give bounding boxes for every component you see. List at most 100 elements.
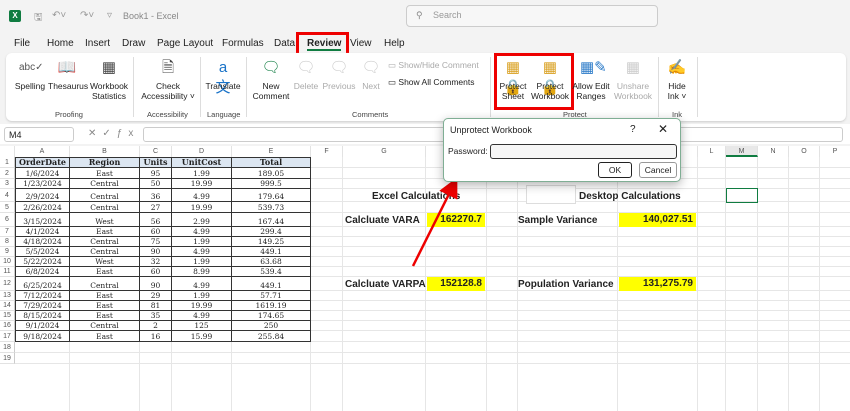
table-cell[interactable]: 8.99: [172, 267, 232, 277]
table-cell[interactable]: 149.25: [232, 237, 311, 247]
table-cell[interactable]: 299.4: [232, 227, 311, 237]
row-header[interactable]: 14: [0, 301, 15, 311]
table-cell[interactable]: 3/15/2024: [15, 213, 70, 227]
table-cell[interactable]: 4.99: [172, 189, 232, 202]
table-cell[interactable]: 2/9/2024: [15, 189, 70, 202]
table-cell[interactable]: Central: [70, 247, 140, 257]
table-cell[interactable]: 449.1: [232, 277, 311, 291]
row-header[interactable]: 1: [0, 157, 15, 168]
vara-value[interactable]: 162270.7: [427, 213, 485, 227]
table-cell[interactable]: 7/29/2024: [15, 301, 70, 311]
row-header[interactable]: 18: [0, 342, 15, 353]
table-cell[interactable]: 179.64: [232, 189, 311, 202]
column-header[interactable]: G: [343, 146, 426, 157]
table-cell[interactable]: Central: [70, 321, 140, 331]
table-cell[interactable]: 6/25/2024: [15, 277, 70, 291]
column-header[interactable]: L: [698, 146, 726, 157]
tab-view[interactable]: View: [350, 38, 372, 49]
table-cell[interactable]: 15.99: [172, 331, 232, 342]
table-cell[interactable]: 5/5/2024: [15, 247, 70, 257]
varpa-value[interactable]: 152128.8: [427, 277, 485, 291]
next-comment-button[interactable]: 🗨 Next: [358, 58, 384, 91]
row-header[interactable]: 11: [0, 267, 15, 277]
table-cell[interactable]: East: [70, 311, 140, 321]
table-cell[interactable]: 32: [140, 257, 172, 267]
table-cell[interactable]: 9/1/2024: [15, 321, 70, 331]
column-header[interactable]: N: [758, 146, 789, 157]
table-cell[interactable]: 2/26/2024: [15, 202, 70, 213]
password-input[interactable]: [490, 144, 677, 159]
row-header[interactable]: 16: [0, 321, 15, 331]
table-cell[interactable]: 6/8/2024: [15, 267, 70, 277]
table-cell[interactable]: 4/18/2024: [15, 237, 70, 247]
table-cell[interactable]: 4/1/2024: [15, 227, 70, 237]
row-header[interactable]: 4: [0, 189, 15, 202]
row-header[interactable]: 17: [0, 331, 15, 342]
unshare-workbook-button[interactable]: ▦ Unshare Workbook: [612, 58, 654, 101]
table-cell[interactable]: Central: [70, 202, 140, 213]
table-cell[interactable]: 4.99: [172, 247, 232, 257]
table-cell[interactable]: 999.5: [232, 179, 311, 189]
tab-help[interactable]: Help: [384, 38, 405, 49]
table-cell[interactable]: 539.4: [232, 267, 311, 277]
select-all-corner[interactable]: [0, 146, 15, 157]
row-header[interactable]: 15: [0, 311, 15, 321]
table-cell[interactable]: 90: [140, 277, 172, 291]
table-cell[interactable]: 60: [140, 227, 172, 237]
column-header[interactable]: E: [232, 146, 311, 157]
save-icon[interactable]: 🖫: [34, 10, 43, 27]
table-cell[interactable]: 75: [140, 237, 172, 247]
table-cell[interactable]: 36: [140, 189, 172, 202]
table-cell[interactable]: Central: [70, 237, 140, 247]
table-cell[interactable]: 81: [140, 301, 172, 311]
row-header[interactable]: 9: [0, 247, 15, 257]
table-cell[interactable]: 29: [140, 291, 172, 301]
table-cell[interactable]: 56: [140, 213, 172, 227]
tab-home[interactable]: Home: [47, 38, 74, 49]
table-cell[interactable]: 27: [140, 202, 172, 213]
row-header[interactable]: 13: [0, 291, 15, 301]
column-header[interactable]: B: [70, 146, 140, 157]
table-cell[interactable]: 19.99: [172, 202, 232, 213]
column-header[interactable]: D: [172, 146, 232, 157]
table-cell[interactable]: 35: [140, 311, 172, 321]
table-cell[interactable]: 63.68: [232, 257, 311, 267]
table-cell[interactable]: 125: [172, 321, 232, 331]
previous-comment-button[interactable]: 🗨 Previous: [322, 58, 356, 91]
table-cell[interactable]: 19.99: [172, 179, 232, 189]
table-cell[interactable]: 1/23/2024: [15, 179, 70, 189]
table-cell[interactable]: 95: [140, 168, 172, 179]
table-cell[interactable]: West: [70, 257, 140, 267]
tab-data[interactable]: Data: [274, 38, 295, 49]
table-cell[interactable]: 4.99: [172, 311, 232, 321]
table-cell[interactable]: 16: [140, 331, 172, 342]
spelling-button[interactable]: abc✓ Spelling: [13, 58, 47, 91]
delete-comment-button[interactable]: 🗨 Delete: [291, 58, 321, 91]
tab-page-layout[interactable]: Page Layout: [157, 38, 213, 49]
table-cell[interactable]: 255.84: [232, 331, 311, 342]
table-cell[interactable]: 539.73: [232, 202, 311, 213]
table-cell[interactable]: 4.99: [172, 277, 232, 291]
table-cell[interactable]: 2.99: [172, 213, 232, 227]
row-header[interactable]: 6: [0, 213, 15, 227]
redo-icon[interactable]: ↷˅: [80, 10, 94, 21]
table-cell[interactable]: Central: [70, 179, 140, 189]
table-cell[interactable]: 90: [140, 247, 172, 257]
row-header[interactable]: 8: [0, 237, 15, 247]
close-icon[interactable]: ✕: [658, 122, 668, 136]
population-variance-value[interactable]: 131,275.79: [619, 277, 696, 291]
row-header[interactable]: 5: [0, 202, 15, 213]
row-header[interactable]: 10: [0, 257, 15, 267]
thesaurus-button[interactable]: 📖 Thesaurus: [48, 58, 88, 91]
translate-button[interactable]: a文 Translate: [204, 58, 242, 96]
table-cell[interactable]: 174.65: [232, 311, 311, 321]
table-cell[interactable]: East: [70, 301, 140, 311]
table-cell[interactable]: East: [70, 168, 140, 179]
table-cell[interactable]: 1.99: [172, 237, 232, 247]
column-header[interactable]: M: [726, 146, 758, 157]
row-header[interactable]: 12: [0, 277, 15, 291]
hide-ink-button[interactable]: ✍ Hide Ink ˅: [662, 58, 692, 101]
table-cell[interactable]: 8/15/2024: [15, 311, 70, 321]
table-cell[interactable]: 4.99: [172, 227, 232, 237]
new-comment-button[interactable]: 🗨 New Comment: [252, 58, 290, 101]
